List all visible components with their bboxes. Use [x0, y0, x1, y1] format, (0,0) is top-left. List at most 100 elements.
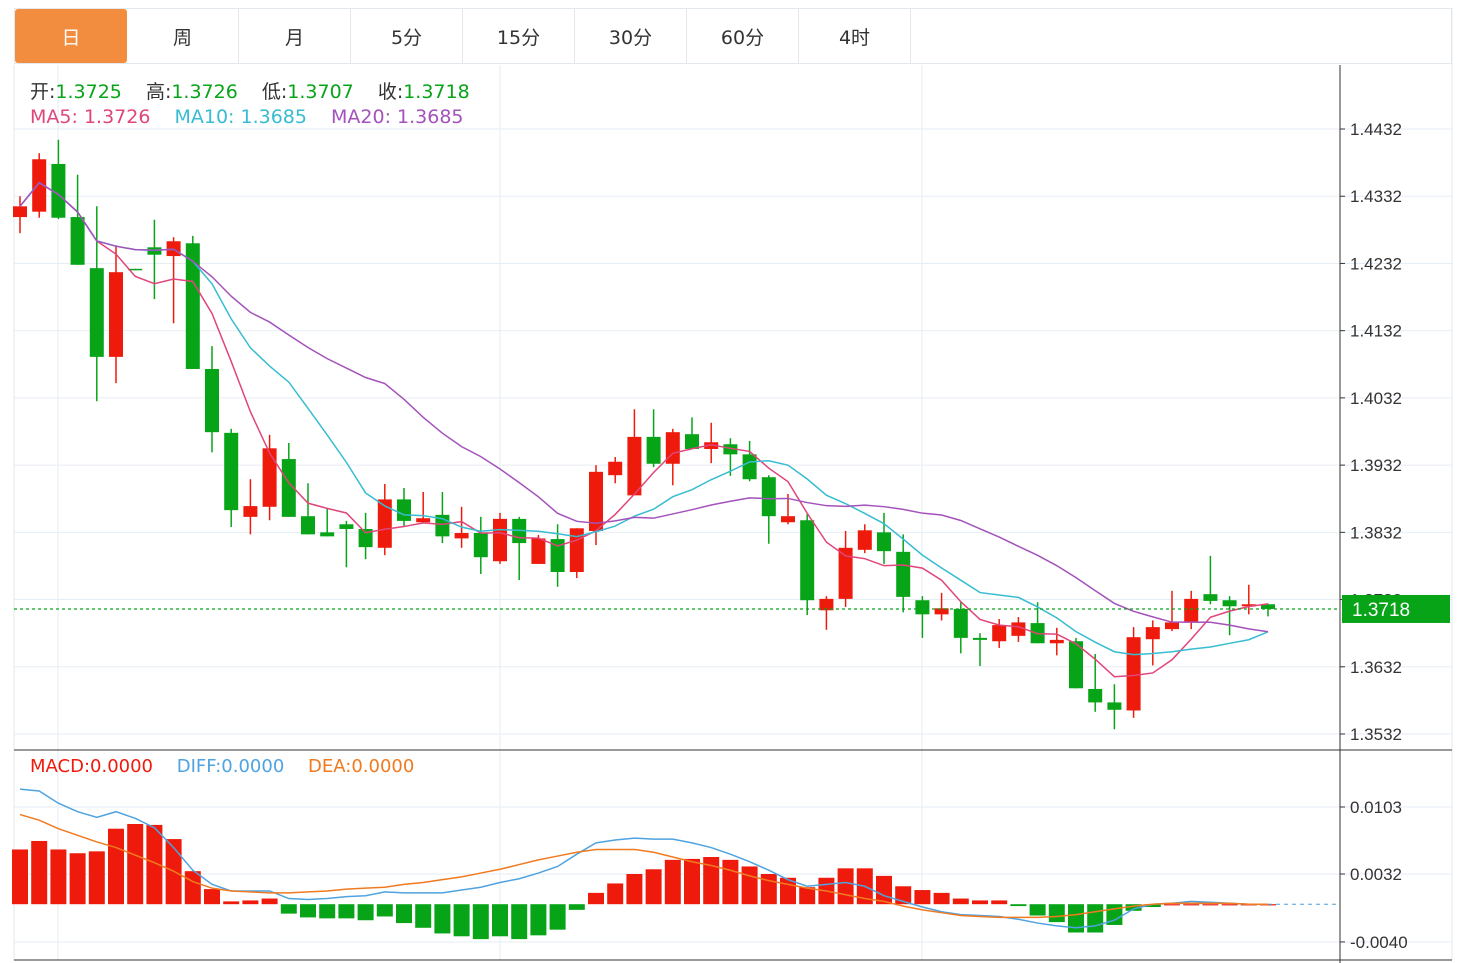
- high-label: 高:: [145, 81, 172, 103]
- candle-body: [896, 551, 911, 597]
- candle-body: [608, 461, 623, 476]
- macd-y-tick-label: -0.0040: [1350, 933, 1408, 952]
- macd-bar: [223, 901, 240, 905]
- macd-label: MACD:: [30, 756, 91, 777]
- candle-body: [627, 436, 642, 496]
- candle: [857, 524, 872, 554]
- candle: [377, 483, 392, 556]
- candle: [397, 487, 411, 527]
- ma-legend: MA5: 1.3726 MA10: 1.3685 MA20: 1.3685: [30, 106, 464, 128]
- macd-bar: [1202, 904, 1219, 906]
- candle: [512, 516, 527, 581]
- candle-body: [742, 454, 757, 480]
- candle-body: [685, 434, 699, 449]
- candle-body: [1126, 637, 1141, 711]
- candle: [339, 520, 354, 568]
- macd-y-tick-label: 0.0103: [1350, 798, 1402, 817]
- candle: [1011, 617, 1026, 642]
- candle-body: [1107, 702, 1122, 710]
- candle: [934, 592, 949, 621]
- dea-label: DEA:: [308, 756, 352, 777]
- macd-bar: [722, 859, 739, 905]
- current-price-label: 1.3718: [1352, 600, 1410, 621]
- macd-bar: [338, 904, 355, 919]
- macd-bar: [50, 849, 67, 905]
- candle: [262, 434, 277, 521]
- ma20-value: 1.3685: [397, 106, 464, 128]
- macd-bar: [453, 904, 470, 937]
- macd-y-tick-label: 0.0032: [1350, 865, 1402, 884]
- candle-body: [857, 530, 872, 550]
- macd-bar: [261, 898, 278, 905]
- macd-bar: [549, 904, 566, 930]
- candle: [185, 235, 200, 369]
- candle-body: [953, 608, 968, 638]
- macd-bar: [69, 853, 86, 905]
- candle: [800, 514, 815, 616]
- candle-body: [1049, 639, 1064, 644]
- macd-bar: [1183, 904, 1200, 906]
- candle-body: [147, 247, 162, 255]
- macd-bar: [684, 858, 700, 905]
- candle-body: [646, 436, 661, 464]
- macd-value: 0.0000: [90, 756, 154, 777]
- macd-bar: [1087, 904, 1104, 933]
- macd-bar: [511, 904, 528, 940]
- ma10-value: 1.3685: [240, 106, 307, 128]
- macd-bar: [972, 900, 988, 905]
- candle: [13, 196, 27, 234]
- candle: [1126, 627, 1141, 718]
- ma5-value: 1.3726: [83, 106, 151, 128]
- macd-bar: [664, 859, 681, 905]
- candle: [1145, 620, 1160, 666]
- diff-value: 0.0000: [221, 756, 285, 777]
- candle: [896, 534, 911, 613]
- macd-bar: [588, 892, 604, 905]
- macd-bar: [396, 904, 412, 924]
- candle: [301, 483, 315, 535]
- candle: [358, 512, 373, 560]
- candle-body: [1165, 622, 1179, 630]
- y-tick-label: 1.4232: [1350, 254, 1402, 273]
- candle-body: [1088, 688, 1103, 703]
- ohlc-info: 开:1.3725 高:1.3726 低:1.3707 收:1.3718: [30, 77, 470, 104]
- candle: [147, 219, 162, 300]
- candle: [1049, 627, 1064, 656]
- candle-body: [877, 532, 891, 552]
- candle-body: [973, 637, 987, 640]
- candle: [953, 602, 968, 654]
- macd-bar: [1029, 904, 1046, 916]
- macd-bar: [568, 904, 585, 910]
- ma5-label: MA5:: [30, 106, 78, 128]
- y-tick-label: 1.3632: [1350, 658, 1402, 677]
- macd-bar: [933, 892, 950, 905]
- candle: [915, 596, 930, 638]
- candle-body: [915, 600, 930, 615]
- y-tick-label: 1.4332: [1350, 187, 1402, 206]
- macd-bar: [184, 871, 201, 905]
- candle-body: [1145, 627, 1160, 640]
- candle: [723, 438, 738, 476]
- candle-body: [531, 538, 546, 564]
- candle-body: [454, 533, 469, 539]
- candle-body: [992, 625, 1007, 642]
- macd-bar: [1048, 904, 1065, 923]
- low-value: 1.3707: [287, 81, 354, 103]
- candle-body: [473, 533, 488, 558]
- ma10-label: MA10:: [174, 106, 235, 128]
- candle-body: [800, 520, 815, 601]
- candle-body: [416, 518, 431, 523]
- macd-bar: [415, 904, 432, 928]
- macd-bar: [645, 869, 662, 905]
- macd-bar: [108, 828, 124, 905]
- candle-body: [761, 477, 776, 517]
- candle-body: [89, 268, 104, 357]
- macd-bar: [319, 904, 336, 919]
- candle: [973, 633, 987, 667]
- candle: [281, 442, 296, 517]
- close-label: 收:: [377, 81, 404, 103]
- dea-value: 0.0000: [351, 756, 415, 777]
- candle-body: [493, 518, 507, 562]
- high-value: 1.3726: [171, 81, 238, 103]
- macd-bar: [837, 868, 854, 905]
